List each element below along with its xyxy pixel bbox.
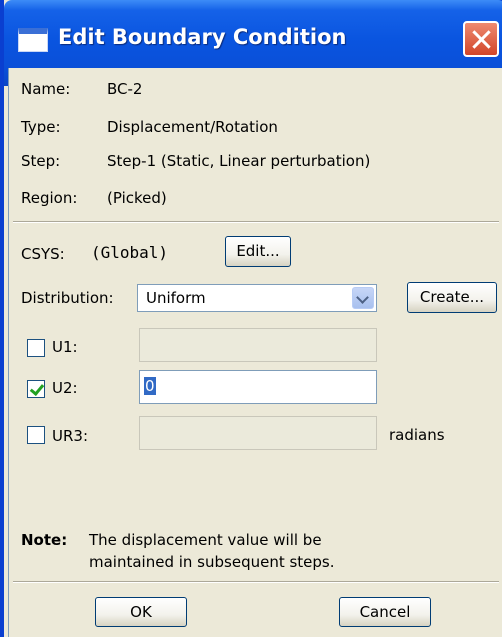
name-value: BC-2 <box>107 80 143 98</box>
u1-label: U1: <box>52 338 78 356</box>
note-label: Note: <box>21 531 68 549</box>
cancel-button[interactable]: Cancel <box>339 597 431 627</box>
separator-top <box>13 221 499 223</box>
ur3-label: UR3: <box>52 427 88 445</box>
step-label: Step: <box>21 152 61 170</box>
distribution-select[interactable]: Uniform <box>137 284 377 312</box>
note-line-1: The displacement value will be <box>89 531 322 549</box>
name-label: Name: <box>21 80 71 98</box>
close-button[interactable] <box>463 21 499 57</box>
dialog-title: Edit Boundary Condition <box>58 25 347 49</box>
ur3-input[interactable] <box>139 416 377 450</box>
window-icon <box>18 28 48 52</box>
ur3-checkbox[interactable] <box>27 426 45 444</box>
region-label: Region: <box>21 189 78 207</box>
dialog-body: Name: BC-2 Type: Displacement/Rotation S… <box>8 68 502 637</box>
u2-checkbox[interactable] <box>27 380 45 398</box>
ok-button[interactable]: OK <box>95 597 187 627</box>
create-button[interactable]: Create... <box>407 282 497 313</box>
distribution-label: Distribution: <box>21 289 114 307</box>
step-value: Step-1 (Static, Linear perturbation) <box>107 152 371 170</box>
dialog-window: Edit Boundary Condition Name: BC-2 Type:… <box>0 0 502 637</box>
u2-input[interactable]: 0 <box>139 370 377 404</box>
note-line-2: maintained in subsequent steps. <box>89 553 335 571</box>
u2-label: U2: <box>52 379 78 397</box>
csys-label: CSYS: <box>21 245 65 263</box>
region-value: (Picked) <box>107 189 167 207</box>
csys-edit-button[interactable]: Edit... <box>225 236 291 267</box>
chevron-down-icon[interactable] <box>352 287 374 309</box>
csys-value: (Global) <box>91 243 169 262</box>
separator-bottom <box>13 581 499 583</box>
distribution-value: Uniform <box>146 289 206 307</box>
ur3-unit-label: radians <box>389 426 445 444</box>
type-label: Type: <box>21 118 61 136</box>
u1-checkbox[interactable] <box>27 339 45 357</box>
type-value: Displacement/Rotation <box>107 118 278 136</box>
u1-input[interactable] <box>139 328 377 362</box>
u2-value: 0 <box>144 377 156 395</box>
